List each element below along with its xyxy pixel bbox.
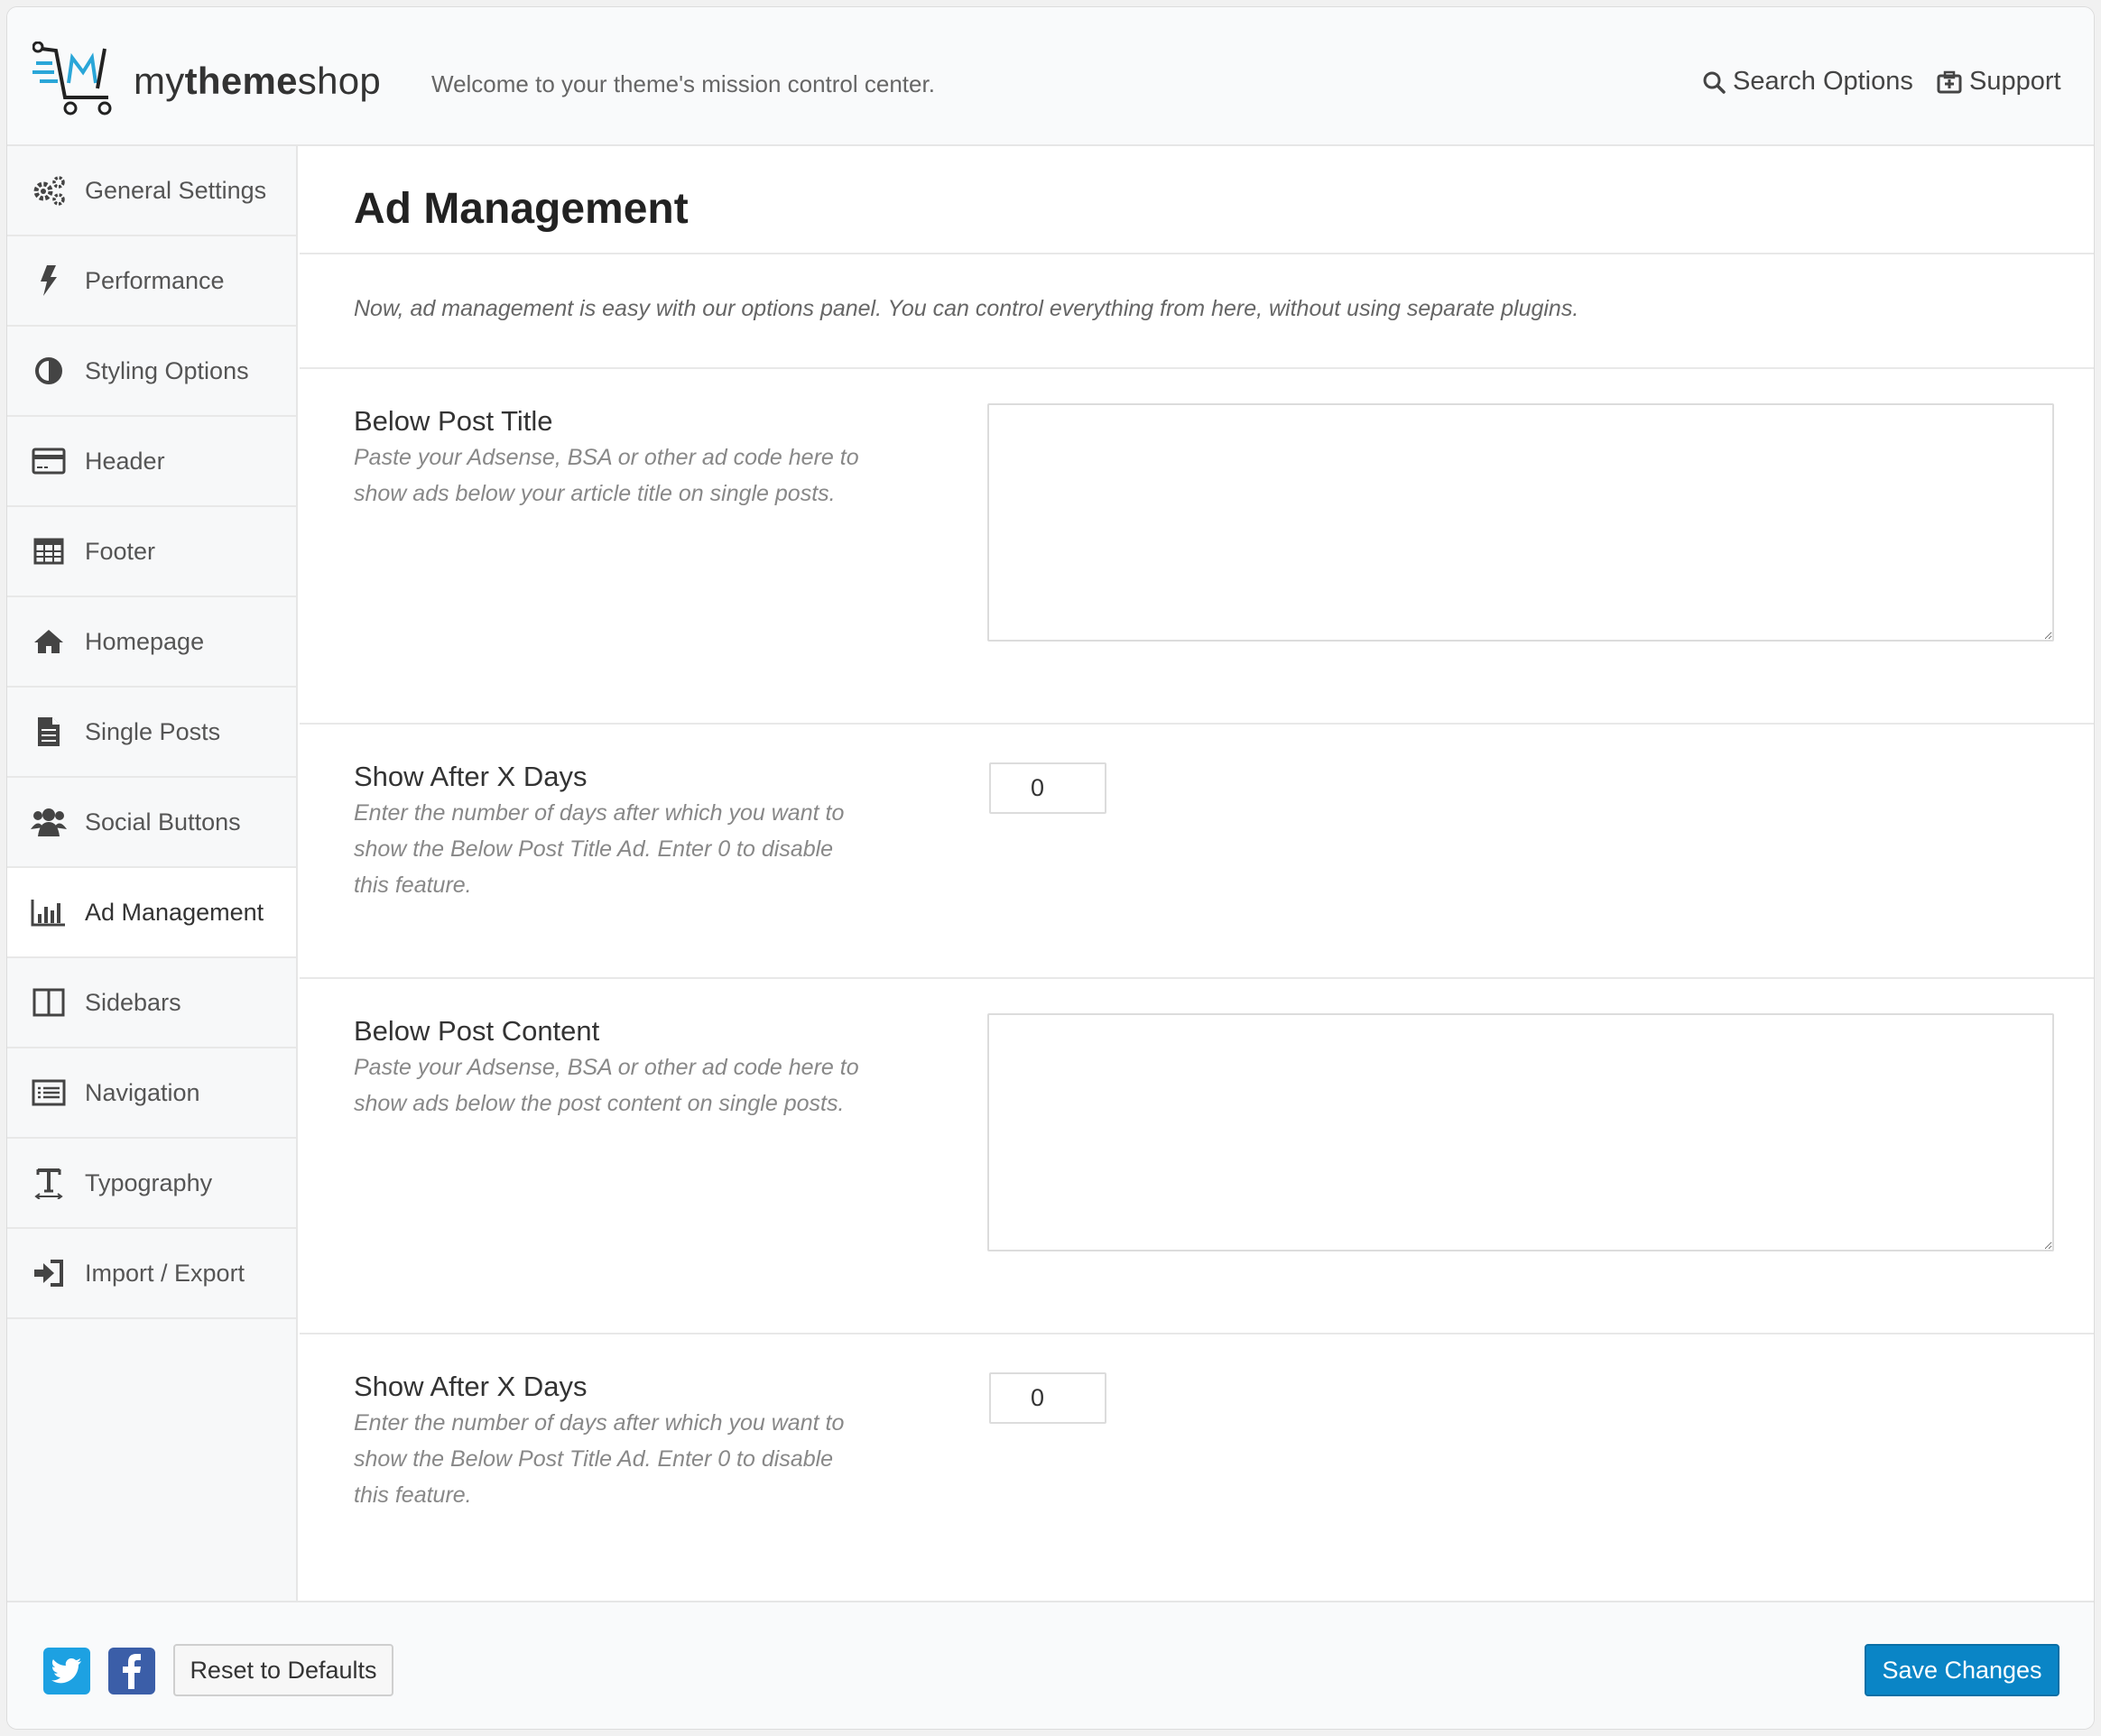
option-below-post-title: Below Post Title Paste your Adsense, BSA… bbox=[300, 367, 2094, 723]
home-icon bbox=[31, 623, 67, 660]
show-after-days-input[interactable] bbox=[989, 762, 1106, 814]
options-panel: mythemeshop Welcome to your theme's miss… bbox=[6, 6, 2095, 1730]
sidebar-item-label: Typography bbox=[85, 1168, 213, 1196]
option-description: Paste your Adsense, BSA or other ad code… bbox=[354, 1049, 913, 1122]
page-title: Ad Management bbox=[354, 185, 689, 233]
sidebar-item-label: Social Buttons bbox=[85, 808, 241, 836]
main-content: Ad Management Now, ad management is easy… bbox=[300, 146, 2094, 1601]
description-line: show the Below Post Title Ad. Enter 0 to… bbox=[354, 836, 834, 862]
footer-bar: Reset to Defaults Save Changes bbox=[7, 1601, 2094, 1729]
logo-wordmark: mythemeshop bbox=[134, 60, 382, 102]
sidebar-item-performance[interactable]: Performance bbox=[7, 236, 296, 327]
description-line: this feature. bbox=[354, 1482, 472, 1508]
description-line: Paste your Adsense, BSA or other ad code… bbox=[354, 1055, 859, 1080]
gears-icon bbox=[31, 172, 67, 208]
sidebar-item-ad-management[interactable]: Ad Management bbox=[7, 868, 296, 958]
support-link[interactable]: Support bbox=[1937, 67, 2061, 97]
columns-icon bbox=[31, 984, 67, 1020]
sidebar-item-styling-options[interactable]: Styling Options bbox=[7, 327, 296, 417]
option-label: Below Post Title bbox=[354, 405, 553, 437]
option-description: Enter the number of days after which you… bbox=[354, 795, 913, 903]
facebook-icon bbox=[123, 1654, 141, 1689]
twitter-icon bbox=[51, 1658, 81, 1684]
reset-to-defaults-button[interactable]: Reset to Defaults bbox=[173, 1644, 393, 1696]
sidebar: General Settings Performance Styling Opt… bbox=[7, 146, 298, 1601]
sidebar-item-header[interactable]: Header bbox=[7, 417, 296, 507]
twitter-button[interactable] bbox=[43, 1648, 90, 1694]
description-line: Enter the number of days after which you… bbox=[354, 800, 845, 826]
sidebar-item-label: Ad Management bbox=[85, 898, 264, 926]
option-label: Below Post Content bbox=[354, 1015, 600, 1047]
sidebar-item-import-export[interactable]: Import / Export bbox=[7, 1229, 296, 1319]
sidebar-item-label: Homepage bbox=[85, 627, 205, 655]
option-show-after-x-days: Show After X Days Enter the number of da… bbox=[300, 723, 2094, 977]
sidebar-item-label: Performance bbox=[85, 266, 225, 294]
contrast-icon bbox=[31, 353, 67, 389]
support-label: Support bbox=[1969, 67, 2061, 96]
top-bar: mythemeshop Welcome to your theme's miss… bbox=[7, 7, 2094, 146]
sidebar-item-footer[interactable]: Footer bbox=[7, 507, 296, 597]
description-line: Enter the number of days after which you… bbox=[354, 1410, 845, 1436]
logo[interactable]: mythemeshop bbox=[32, 42, 393, 119]
option-below-post-content: Below Post Content Paste your Adsense, B… bbox=[300, 977, 2094, 1333]
description-line: show ads below your article title on sin… bbox=[354, 481, 836, 506]
sidebar-item-label: Footer bbox=[85, 537, 156, 565]
intro-text: Now, ad management is easy with our opti… bbox=[354, 296, 1579, 321]
option-description: Paste your Adsense, BSA or other ad code… bbox=[354, 439, 913, 512]
divider bbox=[300, 253, 2094, 254]
search-options-label: Search Options bbox=[1733, 67, 1913, 96]
facebook-button[interactable] bbox=[108, 1648, 155, 1694]
description-line: show the Below Post Title Ad. Enter 0 to… bbox=[354, 1446, 834, 1472]
cart-logo-icon bbox=[32, 42, 112, 115]
below-post-content-code-textarea[interactable] bbox=[987, 1013, 2054, 1251]
text-height-icon bbox=[31, 1165, 67, 1201]
bolt-icon bbox=[31, 263, 67, 299]
sidebar-item-label: Import / Export bbox=[85, 1259, 245, 1287]
sidebar-item-single-posts[interactable]: Single Posts bbox=[7, 688, 296, 778]
sidebar-item-label: Sidebars bbox=[85, 988, 181, 1016]
sidebar-item-sidebars[interactable]: Sidebars bbox=[7, 958, 296, 1048]
description-line: show ads below the post content on singl… bbox=[354, 1091, 845, 1116]
medkit-icon bbox=[1937, 70, 1962, 93]
tagline: Welcome to your theme's mission control … bbox=[431, 70, 935, 97]
search-icon bbox=[1703, 71, 1726, 94]
option-description: Enter the number of days after which you… bbox=[354, 1405, 913, 1513]
sidebar-item-homepage[interactable]: Homepage bbox=[7, 597, 296, 688]
list-icon bbox=[31, 1075, 67, 1111]
document-icon bbox=[31, 714, 67, 750]
search-options-link[interactable]: Search Options bbox=[1702, 67, 1913, 97]
users-icon bbox=[31, 804, 67, 840]
description-line: this feature. bbox=[354, 873, 472, 898]
sidebar-item-label: Styling Options bbox=[85, 356, 249, 384]
sidebar-item-social-buttons[interactable]: Social Buttons bbox=[7, 778, 296, 868]
show-after-days-input[interactable] bbox=[989, 1372, 1106, 1424]
sign-in-icon bbox=[31, 1255, 67, 1291]
save-changes-button[interactable]: Save Changes bbox=[1865, 1644, 2059, 1696]
bar-chart-icon bbox=[31, 894, 67, 930]
option-label: Show After X Days bbox=[354, 761, 588, 792]
table-icon bbox=[31, 533, 67, 569]
sidebar-item-navigation[interactable]: Navigation bbox=[7, 1048, 296, 1139]
sidebar-item-general-settings[interactable]: General Settings bbox=[7, 146, 296, 236]
credit-card-icon bbox=[31, 443, 67, 479]
below-post-title-code-textarea[interactable] bbox=[987, 403, 2054, 642]
option-show-after-x-days: Show After X Days Enter the number of da… bbox=[300, 1333, 2094, 1601]
sidebar-item-label: Single Posts bbox=[85, 717, 221, 745]
sidebar-item-label: Navigation bbox=[85, 1078, 200, 1106]
description-line: Paste your Adsense, BSA or other ad code… bbox=[354, 445, 859, 470]
sidebar-item-label: Header bbox=[85, 447, 165, 475]
sidebar-item-label: General Settings bbox=[85, 176, 267, 204]
option-label: Show After X Days bbox=[354, 1371, 588, 1402]
sidebar-item-typography[interactable]: Typography bbox=[7, 1139, 296, 1229]
